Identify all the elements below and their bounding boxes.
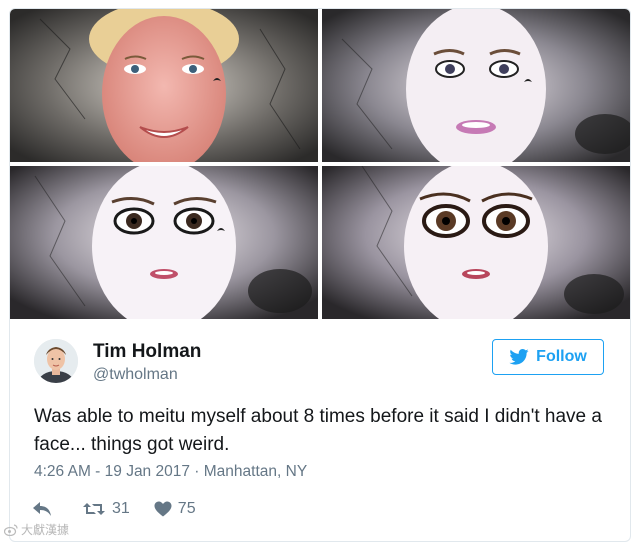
tweet-timestamp[interactable]: 4:26 AM - 19 Jan 2017 <box>34 463 190 480</box>
weibo-icon <box>4 523 18 536</box>
retweet-count: 31 <box>112 500 130 517</box>
like-count: 75 <box>177 500 196 517</box>
follow-button[interactable]: Follow <box>492 339 604 375</box>
author-handle[interactable]: @twholman <box>93 366 178 384</box>
heart-icon <box>154 501 172 517</box>
twitter-bird-icon <box>509 349 529 365</box>
photo-1[interactable] <box>10 9 318 162</box>
photo-4[interactable] <box>322 166 630 319</box>
tweet-text: Was able to meitu myself about 8 times b… <box>34 406 602 455</box>
reply-icon <box>33 502 51 516</box>
tweet-card: Tim Holman @twholman Follow Was able to … <box>9 8 631 542</box>
meta-separator: · <box>194 463 200 480</box>
photo-3[interactable] <box>10 166 318 319</box>
watermark-text: 大獻漢據 <box>21 523 70 537</box>
reply-button[interactable] <box>32 501 52 517</box>
photo-2[interactable] <box>322 9 630 162</box>
follow-label: Follow <box>536 348 587 365</box>
retweet-button[interactable]: 31 <box>82 500 130 518</box>
avatar[interactable] <box>34 339 78 383</box>
photo-grid <box>10 9 630 319</box>
tweet-meta: 4:26 AM - 19 Jan 2017 · Manhattan, NY <box>34 463 307 481</box>
tweet-location[interactable]: Manhattan, NY <box>204 463 307 480</box>
watermark: 大獻漢據 <box>4 521 69 538</box>
retweet-icon <box>83 503 105 515</box>
like-button[interactable]: 75 <box>154 500 196 518</box>
tweet-actions: 31 75 <box>32 497 196 521</box>
author-name[interactable]: Tim Holman <box>93 341 201 363</box>
